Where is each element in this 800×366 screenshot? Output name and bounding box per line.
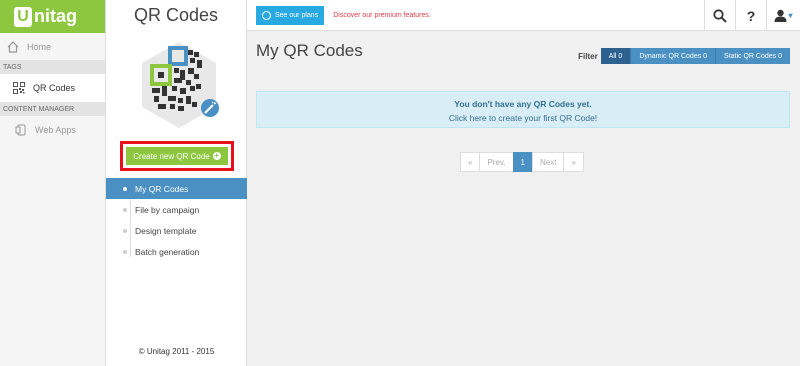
submenu-file-by-campaign[interactable]: File by campaign — [106, 199, 247, 220]
nav-item-web-apps[interactable]: Web Apps — [0, 119, 105, 140]
submenu-label: File by campaign — [135, 204, 200, 215]
premium-features-link[interactable]: Discover our premium features. — [333, 12, 431, 19]
plus-circle-icon: + — [212, 151, 221, 160]
submenu-label: My QR Codes — [135, 183, 189, 194]
home-icon — [6, 40, 19, 53]
submenu-batch-generation[interactable]: Batch generation — [106, 241, 247, 262]
create-first-qr-link[interactable]: Click here to create your first QR Code! — [257, 113, 789, 123]
nav-item-home[interactable]: Home — [0, 36, 105, 57]
see-our-plans-button[interactable]: See our plans — [256, 5, 325, 25]
top-icons: ? ▾ — [704, 0, 800, 31]
submenu-design-template[interactable]: Design template — [106, 220, 247, 241]
logo-text: nitag — [34, 6, 77, 26]
help-icon: ? — [746, 7, 756, 24]
top-bar: See our plans Discover our premium featu… — [247, 0, 800, 31]
qr-code-illustration — [134, 40, 224, 130]
qr-codes-panel: QR Codes Create new QR Code + My QR Code… — [106, 0, 247, 366]
nav-item-qr-codes[interactable]: QR Codes — [0, 74, 105, 102]
user-icon — [774, 9, 787, 22]
filter-static-button[interactable]: Static QR Codes 0 — [715, 48, 790, 64]
pagination: « Prev. 1 Next » — [460, 152, 584, 172]
pagination-first[interactable]: « — [460, 152, 481, 172]
logo-letter: U — [14, 6, 32, 27]
qr-code-icon — [12, 82, 25, 95]
page-title: My QR Codes — [256, 41, 363, 60]
search-icon — [713, 8, 727, 23]
help-button[interactable]: ? — [735, 0, 766, 31]
nav-section-tags: TAGS — [0, 60, 105, 74]
submenu-label: Design template — [135, 225, 197, 236]
nav-item-qr-codes-label: QR Codes — [33, 83, 76, 93]
filter-label: Filter — [578, 51, 598, 61]
filter-all-button[interactable]: All 0 — [600, 48, 631, 64]
empty-state-alert[interactable]: You don't have any QR Codes yet. Click h… — [256, 91, 790, 128]
panel-title: QR Codes — [133, 5, 219, 25]
filter-dynamic-button[interactable]: Dynamic QR Codes 0 — [630, 48, 716, 64]
pagination-last[interactable]: » — [563, 152, 584, 172]
left-nav: U nitag Home TAGS QR Codes CONTENT MANAG… — [0, 0, 106, 366]
pagination-next[interactable]: Next — [531, 152, 565, 172]
unitag-logo[interactable]: U nitag — [0, 0, 105, 33]
bullet-icon — [123, 249, 127, 254]
nav-item-web-apps-label: Web Apps — [35, 124, 76, 135]
copyright-text: © Unitag 2011 - 2015 — [138, 347, 215, 356]
main-content: My QR Codes Filter All 0 Dynamic QR Code… — [247, 31, 800, 366]
bullet-icon — [123, 228, 127, 233]
chevron-down-icon: ▾ — [788, 11, 793, 20]
submenu-my-qr-codes[interactable]: My QR Codes — [106, 178, 247, 199]
user-menu-button[interactable]: ▾ — [766, 0, 800, 31]
create-button-label: Create new QR Code — [133, 151, 210, 161]
filter-group: Filter All 0 Dynamic QR Codes 0 Static Q… — [578, 48, 790, 64]
web-apps-icon — [14, 123, 27, 136]
search-button[interactable] — [704, 0, 735, 31]
create-button-highlight: Create new QR Code + — [120, 141, 234, 171]
medal-icon — [262, 10, 271, 20]
bullet-icon — [123, 207, 127, 212]
bullet-icon — [123, 186, 127, 191]
submenu-label: Batch generation — [135, 246, 200, 257]
create-new-qr-code-button[interactable]: Create new QR Code + — [126, 147, 228, 165]
qr-submenu: My QR Codes File by campaign Design temp… — [106, 178, 247, 262]
pagination-page-1[interactable]: 1 — [512, 152, 533, 172]
plans-label: See our plans — [275, 11, 319, 19]
nav-section-content-manager: CONTENT MANAGER — [0, 102, 105, 116]
pagination-prev[interactable]: Prev. — [479, 152, 514, 172]
nav-item-home-label: Home — [27, 41, 52, 52]
empty-state-title: You don't have any QR Codes yet. — [454, 99, 592, 109]
